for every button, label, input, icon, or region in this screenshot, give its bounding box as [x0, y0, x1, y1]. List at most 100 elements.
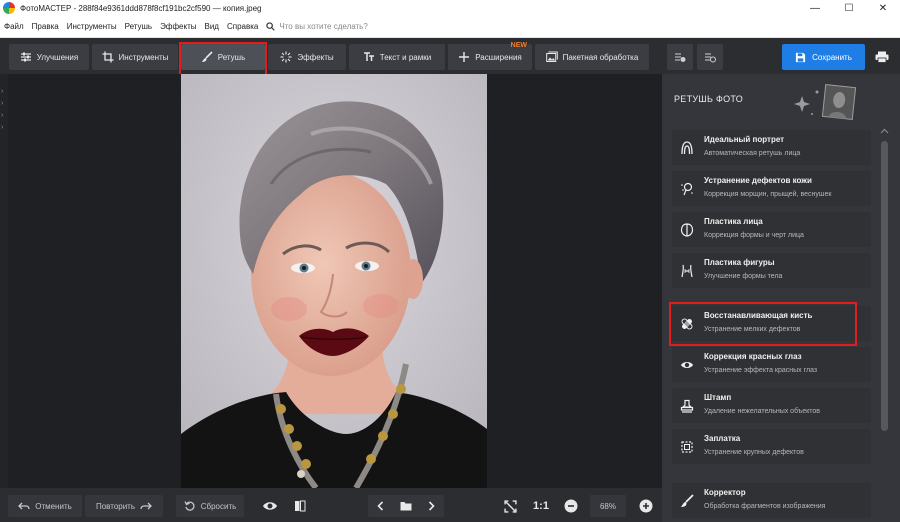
actual-size-button[interactable]: 1:1	[530, 497, 552, 515]
undo-icon	[18, 502, 30, 510]
tool-subtitle: Устранение крупных дефектов	[704, 449, 804, 456]
fit-screen-button[interactable]	[500, 497, 520, 515]
tool-card-body-shape[interactable]: Пластика фигуры Улучшение формы тела	[672, 253, 871, 288]
plus-icon	[459, 52, 470, 62]
history-button[interactable]	[697, 44, 723, 70]
tool-card-ideal-portrait[interactable]: Идеальный портрет Автоматическая ретушь …	[672, 130, 871, 165]
photo-preview[interactable]	[181, 74, 487, 488]
redo-button[interactable]: Повторить	[85, 495, 163, 517]
new-badge: NEW	[510, 42, 527, 49]
text-icon	[363, 52, 374, 61]
menu-help[interactable]: Справка	[223, 22, 262, 31]
tool-card-face-shape[interactable]: Пластика лица Коррекция формы и черт лиц…	[672, 212, 871, 247]
menu-bar: Файл Правка Инструменты Ретушь Эффекты В…	[0, 16, 900, 38]
corrector-brush-icon	[681, 494, 694, 507]
eye-icon	[263, 502, 277, 510]
search-icon	[266, 22, 276, 31]
tool-subtitle: Улучшение формы тела	[704, 273, 783, 280]
tab-effects[interactable]: Эффекты	[268, 44, 346, 70]
tab-enhancements-label: Улучшения	[36, 52, 79, 62]
portrait-icon	[681, 141, 693, 155]
tab-retouch[interactable]: Ретушь	[181, 44, 265, 70]
main-toolbar: Улучшения Инструменты Ретушь Эффекты Тек…	[0, 38, 900, 74]
tab-batch-label: Пакетная обработка	[562, 52, 639, 62]
scroll-up-icon[interactable]	[880, 128, 889, 134]
close-button[interactable]: ✕	[866, 0, 900, 16]
save-button[interactable]: Сохранить	[782, 44, 865, 70]
eye-icon	[681, 362, 693, 368]
stamp-icon	[680, 399, 694, 413]
tab-effects-label: Эффекты	[297, 52, 334, 62]
navigation-group	[368, 495, 444, 517]
reset-button[interactable]: Сбросить	[176, 495, 244, 517]
reset-label: Сбросить	[200, 501, 237, 511]
minus-circle-icon	[564, 499, 578, 513]
tab-extensions-label: Расширения	[475, 52, 522, 62]
tab-enhancements[interactable]: Улучшения	[9, 44, 89, 70]
minimize-button[interactable]: —	[798, 0, 832, 16]
healing-brush-icon	[681, 318, 693, 330]
retouch-panel: РЕТУШЬ ФОТО Идеальный портрет Автоматиче…	[662, 74, 900, 522]
tool-subtitle: Коррекция морщин, прыщей, веснушек	[704, 191, 832, 198]
tool-card-corrector[interactable]: Корректор Обработка фрагментов изображен…	[672, 483, 871, 518]
floppy-disk-icon	[796, 52, 806, 62]
bottom-bar: Отменить Повторить Сбросить 1:1 68%	[0, 488, 662, 522]
fit-to-screen-icon	[503, 499, 517, 513]
menu-retouch[interactable]: Ретушь	[121, 22, 157, 31]
open-folder-button[interactable]	[392, 500, 420, 512]
window-title: ФотоМАСТЕР - 288f84e9361ddd878f8cf191bc2…	[20, 3, 262, 13]
left-edge-strip: › › › ›	[0, 74, 8, 522]
tab-batch[interactable]: Пакетная обработка	[535, 44, 649, 70]
tab-tools-label: Инструменты	[118, 52, 169, 62]
tool-subtitle: Удаление нежелательных объектов	[704, 408, 820, 415]
chevron-right-icon	[428, 501, 435, 511]
layers-history-icon	[705, 53, 716, 63]
compare-button[interactable]	[290, 497, 310, 515]
sliders-icon	[20, 52, 31, 62]
tab-tools[interactable]: Инструменты	[92, 44, 178, 70]
tool-card-skin-defects[interactable]: Устранение дефектов кожи Коррекция морщи…	[672, 171, 871, 206]
menu-search	[266, 22, 430, 31]
menu-file[interactable]: Файл	[0, 22, 28, 31]
layers-add-icon	[675, 53, 686, 62]
menu-view[interactable]: Вид	[200, 22, 222, 31]
panel-scrollbar-thumb[interactable]	[881, 141, 888, 431]
search-input[interactable]	[279, 22, 430, 31]
print-button[interactable]	[872, 48, 892, 66]
tool-card-stamp[interactable]: Штамп Удаление нежелательных объектов	[672, 388, 871, 423]
tool-card-healing-brush[interactable]: Восстанавливающая кисть Устранение мелки…	[672, 306, 871, 341]
tool-card-patch[interactable]: Заплатка Устранение крупных дефектов	[672, 429, 871, 464]
prev-image-button[interactable]	[370, 500, 392, 512]
menu-effects[interactable]: Эффекты	[156, 22, 200, 31]
maximize-button[interactable]: ☐	[832, 0, 866, 16]
tab-extensions[interactable]: NEW Расширения	[448, 42, 532, 70]
body-shape-icon	[681, 264, 693, 278]
zoom-level[interactable]: 68%	[590, 495, 626, 517]
tab-text-frames-label: Текст и рамки	[379, 52, 432, 62]
next-image-button[interactable]	[420, 500, 442, 512]
zoom-out-button[interactable]	[562, 497, 580, 515]
menu-tools[interactable]: Инструменты	[63, 22, 121, 31]
patch-icon	[681, 441, 693, 453]
tool-title: Восстанавливающая кисть	[704, 311, 813, 320]
tool-title: Устранение дефектов кожи	[704, 176, 812, 185]
tool-title: Идеальный портрет	[704, 135, 785, 144]
tool-card-red-eye[interactable]: Коррекция красных глаз Устранение эффект…	[672, 347, 871, 382]
zoom-in-button[interactable]	[637, 497, 655, 515]
save-button-label: Сохранить	[812, 52, 852, 62]
chevron-left-icon	[377, 501, 384, 511]
redo-icon	[140, 502, 152, 510]
brush-icon	[201, 51, 213, 62]
tool-title: Заплатка	[704, 434, 741, 443]
compare-presets-button[interactable]	[667, 44, 693, 70]
plus-circle-icon	[639, 499, 653, 513]
tab-text-frames[interactable]: Текст и рамки	[349, 44, 445, 70]
portrait-photo	[181, 74, 487, 488]
printer-icon	[875, 51, 889, 63]
menu-edit[interactable]: Правка	[28, 22, 63, 31]
tool-subtitle: Обработка фрагментов изображения	[704, 503, 826, 510]
preview-toggle-button[interactable]	[260, 497, 280, 515]
tool-title: Пластика лица	[704, 217, 763, 226]
undo-button[interactable]: Отменить	[8, 495, 82, 517]
title-bar: ФотоМАСТЕР - 288f84e9361ddd878f8cf191bc2…	[0, 0, 900, 16]
